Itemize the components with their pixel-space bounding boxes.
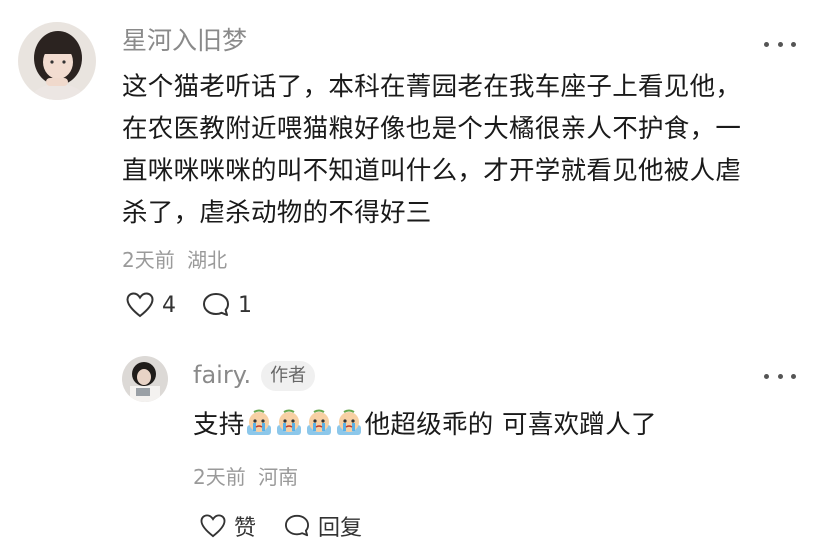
comment-line: 杀了，虐杀动物的不得好三 (122, 198, 432, 228)
comment-more-button[interactable] (764, 38, 796, 50)
reply-time: 2天前 (193, 465, 246, 489)
commenter-username[interactable]: 星河入旧梦 (122, 26, 247, 56)
girl-portrait-avatar-icon (18, 22, 96, 100)
ellipsis-icon (764, 373, 769, 379)
like-label: 赞 (234, 516, 257, 541)
comment-location: 湖北 (187, 248, 228, 272)
reply-meta: 2天前 河南 (193, 465, 298, 489)
comment-time: 2天前 (122, 248, 175, 272)
reply-more-button[interactable] (764, 370, 796, 382)
crying-face-emoji-icon (335, 409, 363, 437)
person-avatar-icon (122, 356, 168, 402)
crying-face-emoji-icon (245, 409, 273, 437)
reply-like-button[interactable]: 赞 (200, 510, 256, 542)
reply-location: 河南 (258, 465, 299, 489)
comment-meta: 2天前 湖北 (122, 248, 227, 272)
comment-line: 在农医教附近喂猫粮好像也是个大橘很亲人不护食，一 (122, 114, 742, 144)
ellipsis-icon (764, 41, 769, 47)
comment-bubble-icon (203, 293, 229, 316)
comment-content: 这个猫老听话了，本科在菁园老在我车座子上看见他， 在农医教附近喂猫粮好像也是个大… (122, 66, 802, 234)
heart-icon (126, 292, 154, 318)
replier-username-row: fairy. 作者 (193, 360, 316, 391)
reply-content: 支持 他超级乖的 可喜欢蹭人了 (193, 404, 657, 446)
comment-line: 直咪咪咪咪的叫不知道叫什么，才开学就看见他被人虐 (122, 156, 742, 186)
reply-text-suffix: 他超级乖的 可喜欢蹭人了 (364, 410, 657, 440)
like-count: 4 (162, 292, 176, 318)
comment-line: 这个猫老听话了，本科在菁园老在我车座子上看见他， (122, 72, 742, 102)
reply-label: 回复 (318, 516, 363, 541)
replier-avatar[interactable] (122, 356, 168, 402)
reply-reply-button[interactable]: 回复 (284, 510, 362, 542)
comment-like-button[interactable]: 4 (126, 292, 176, 318)
crying-face-emoji-icon (275, 409, 303, 437)
reply-text-prefix: 支持 (193, 410, 245, 440)
replier-username[interactable]: fairy. (193, 361, 251, 389)
reply-count: 1 (238, 292, 252, 318)
heart-icon (200, 514, 226, 538)
comment-bubble-icon (285, 514, 309, 537)
crying-face-emoji-icon (305, 409, 333, 437)
author-badge: 作者 (261, 361, 316, 391)
commenter-avatar[interactable] (18, 22, 96, 100)
comment-reply-button[interactable]: 1 (202, 292, 252, 318)
